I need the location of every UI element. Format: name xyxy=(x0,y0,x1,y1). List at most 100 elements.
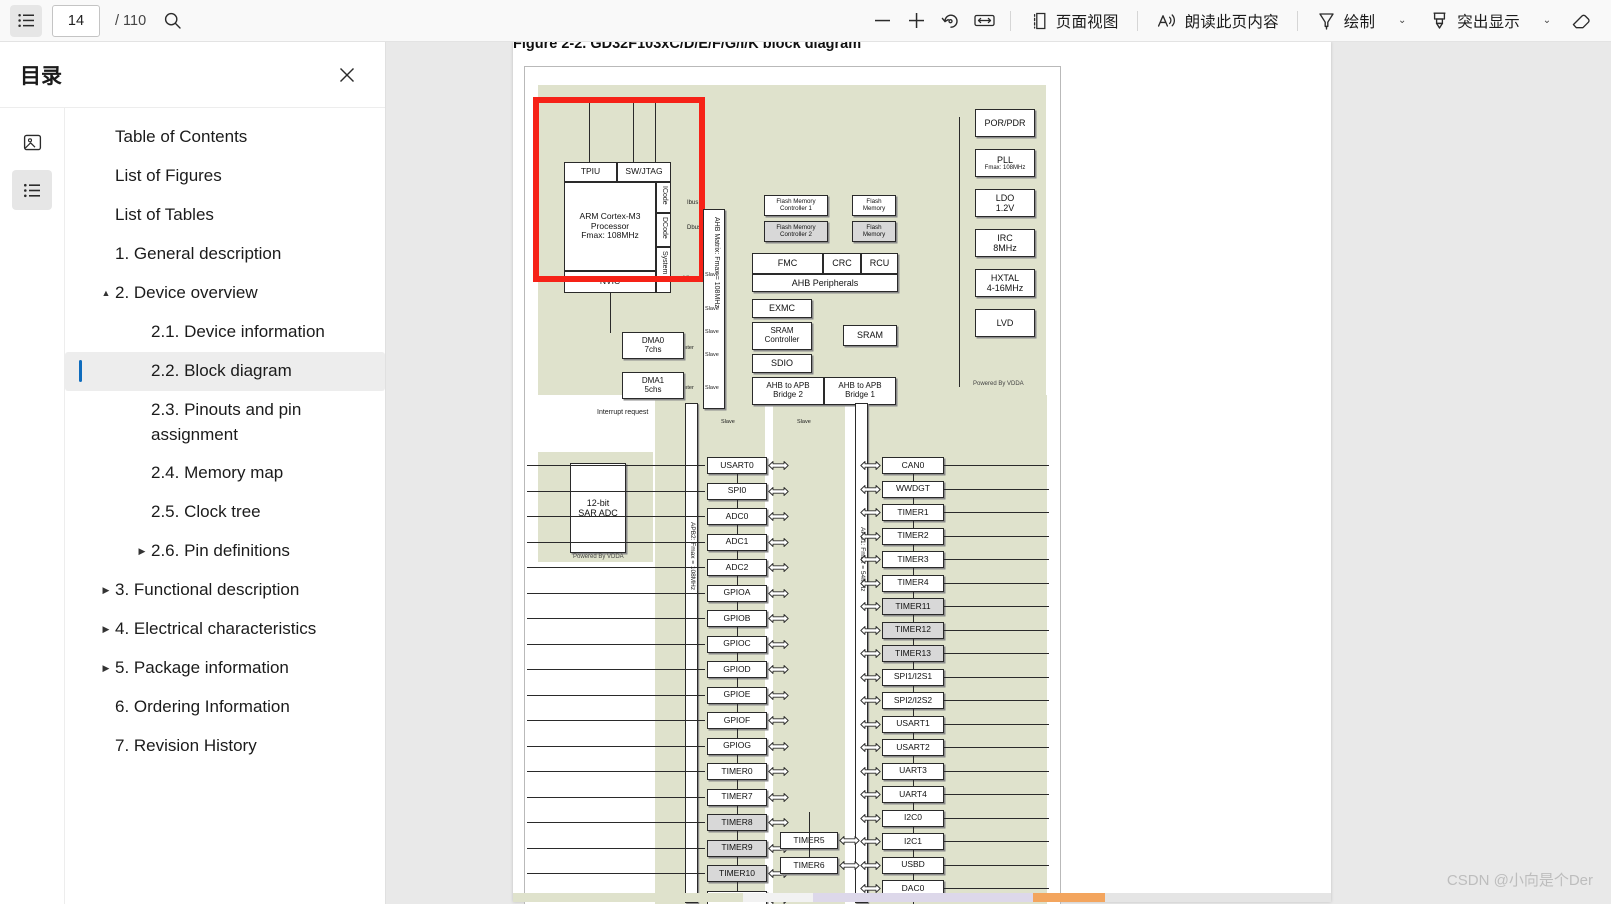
peripheral-block-i2c0: I2C0 xyxy=(882,809,944,827)
ahb-apb-bridge-1: AHB to APB Bridge 1 xyxy=(824,377,896,405)
peripheral-output-line xyxy=(944,465,1049,467)
toc-item-1[interactable]: List of Figures xyxy=(65,157,385,196)
toc-expand-icon[interactable]: ▶ xyxy=(97,659,115,677)
peripheral-block-gpiod: GPIOD xyxy=(707,661,767,678)
peripheral-output-line xyxy=(944,841,1049,843)
toc-item-9[interactable]: 2.5. Clock tree xyxy=(65,493,385,532)
power-block-line-1: HXTAL xyxy=(990,272,1020,283)
toc-item-5[interactable]: 2.1. Device information xyxy=(65,313,385,352)
toc-item-15[interactable]: 7. Revision History xyxy=(65,727,385,766)
toc-toggle-button[interactable] xyxy=(10,4,42,37)
toc-item-12[interactable]: ▶ 4. Electrical characteristics xyxy=(65,610,385,649)
toolbar: 14 / 110 页面视图 朗读此页内容 绘制 ⌄ 突出显示 ⌄ xyxy=(0,0,1611,42)
page-number-input[interactable]: 14 xyxy=(52,4,100,37)
peripheral-input-line xyxy=(527,592,705,594)
peripheral-spine xyxy=(737,882,739,891)
exmc-block: EXMC xyxy=(752,299,812,318)
zoom-in-button[interactable] xyxy=(901,5,933,37)
ahb-apb-bridge-2: AHB to APB Bridge 2 xyxy=(752,377,824,405)
thumbnails-button[interactable] xyxy=(12,122,52,162)
read-aloud-label: 朗读此页内容 xyxy=(1184,13,1279,31)
toc-item-7[interactable]: 2.3. Pinouts and pin assignment xyxy=(65,391,385,454)
toc-item-6[interactable]: 2.2. Block diagram xyxy=(65,352,385,391)
peripheral-block-timer11: TIMER11 xyxy=(882,598,944,615)
block-diagram: TPIU SW/JTAG ARM Cortex-M3 Processor Fma… xyxy=(524,66,1061,904)
toc-expand-icon[interactable]: ▶ xyxy=(97,581,115,599)
ahb-matrix-label: AHB Matrix: Fmax = 108MHz xyxy=(713,217,720,308)
arrow-nvic-in xyxy=(610,293,612,333)
toc-item-label: 6. Ordering Information xyxy=(115,697,290,717)
zoom-out-button[interactable] xyxy=(867,5,899,37)
peripheral-block-gpiob: GPIOB xyxy=(707,610,767,627)
peripheral-block-timer1: TIMER1 xyxy=(882,504,944,521)
dma1-block: DMA1 5chs xyxy=(622,372,684,399)
search-button[interactable] xyxy=(156,5,188,37)
bridge2-line-2: Bridge 2 xyxy=(773,390,803,399)
toc-item-14[interactable]: 6. Ordering Information xyxy=(65,688,385,727)
peripheral-label: USART0 xyxy=(720,459,754,470)
power-block-line-2: 8MHz xyxy=(993,243,1017,253)
flash-memory-controller-1: Flash Memory Controller 1 xyxy=(764,195,828,216)
peripheral-label: UART4 xyxy=(899,788,927,799)
toc-item-0[interactable]: Table of Contents xyxy=(65,118,385,157)
slave-label-2: Slave xyxy=(705,306,719,312)
highlight-options-button[interactable]: ⌄ xyxy=(1531,5,1563,37)
eraser-button[interactable] xyxy=(1565,5,1597,37)
peripheral-spine xyxy=(737,550,739,559)
toc-item-2[interactable]: List of Tables xyxy=(65,196,385,235)
sidebar-title: 目录 xyxy=(20,64,62,88)
toc-item-3[interactable]: 1. General description xyxy=(65,235,385,274)
peripheral-label: USART2 xyxy=(896,741,930,752)
highlight-button[interactable]: 突出显示 xyxy=(1420,5,1529,37)
toc-expand-icon[interactable]: ▲ xyxy=(97,284,115,302)
toc-expand-icon[interactable]: ▶ xyxy=(133,542,151,560)
toc-item-11[interactable]: ▶ 3. Functional description xyxy=(65,571,385,610)
fmc-label: FMC xyxy=(777,258,798,269)
plus-icon xyxy=(906,10,927,31)
peripheral-block-usart1: USART1 xyxy=(882,715,944,733)
powered-by-vdda-label: Powered By VDDA xyxy=(973,381,1024,387)
peripheral-output-line xyxy=(944,700,1049,702)
read-aloud-button[interactable]: 朗读此页内容 xyxy=(1147,5,1288,37)
peripheral-block-spi0: SPI0 xyxy=(707,482,767,500)
fit-width-button[interactable] xyxy=(969,5,1001,37)
document-viewport[interactable]: Figure 2-2. GD32F103xC/D/E/F/G/I/K block… xyxy=(386,42,1611,904)
peripheral-label: GPIOG xyxy=(723,740,751,751)
peripheral-block-uart3: UART3 xyxy=(882,762,944,780)
toc-item-8[interactable]: 2.4. Memory map xyxy=(65,454,385,493)
close-sidebar-button[interactable] xyxy=(331,59,363,91)
peripheral-block-timer7: TIMER7 xyxy=(707,788,767,806)
power-block-3: IRC 8MHz xyxy=(975,229,1035,257)
page-view-button[interactable]: 页面视图 xyxy=(1020,5,1128,37)
peripheral-label: GPIOA xyxy=(723,587,751,598)
fmc1-line-2: Controller 1 xyxy=(780,204,812,212)
flash-memory-1: Flash Memory xyxy=(852,195,896,216)
dma1-line-2: 5chs xyxy=(644,384,662,394)
draw-options-button[interactable]: ⌄ xyxy=(1386,5,1418,37)
dma0-line-2: 7chs xyxy=(644,344,662,354)
toc-item-10[interactable]: ▶ 2.6. Pin definitions xyxy=(65,532,385,571)
toc-item-13[interactable]: ▶ 5. Package information xyxy=(65,649,385,688)
rcu-label: RCU xyxy=(869,258,890,269)
toc-expand-icon[interactable]: ▶ xyxy=(97,620,115,638)
peripheral-block-adc0: ADC0 xyxy=(707,508,767,525)
toc-item-label: List of Figures xyxy=(115,166,222,185)
peripheral-block-timer8: TIMER8 xyxy=(707,814,767,831)
peripheral-label: GPIOC xyxy=(723,638,751,649)
fmc2-line-2: Controller 2 xyxy=(780,230,812,238)
rotate-button[interactable] xyxy=(935,5,967,37)
page-total-label: / 110 xyxy=(115,12,147,29)
toc-list-button[interactable] xyxy=(12,170,52,210)
peripheral-spine xyxy=(737,805,739,814)
strip-seg-3 xyxy=(813,893,1033,902)
toc-item-4[interactable]: ▲ 2. Device overview xyxy=(65,274,385,313)
peripheral-label: GPIOF xyxy=(723,714,751,725)
peripheral-input-line xyxy=(527,516,705,518)
peripheral-input-line xyxy=(527,490,705,492)
toc-item-label: 7. Revision History xyxy=(115,736,257,756)
red-annotation-rectangle xyxy=(533,97,705,282)
peripheral-label: ADC1 xyxy=(725,536,749,547)
draw-button[interactable]: 绘制 xyxy=(1307,5,1384,37)
peripheral-output-line xyxy=(944,535,1049,537)
toc-item-label: 2.4. Memory map xyxy=(151,463,284,483)
